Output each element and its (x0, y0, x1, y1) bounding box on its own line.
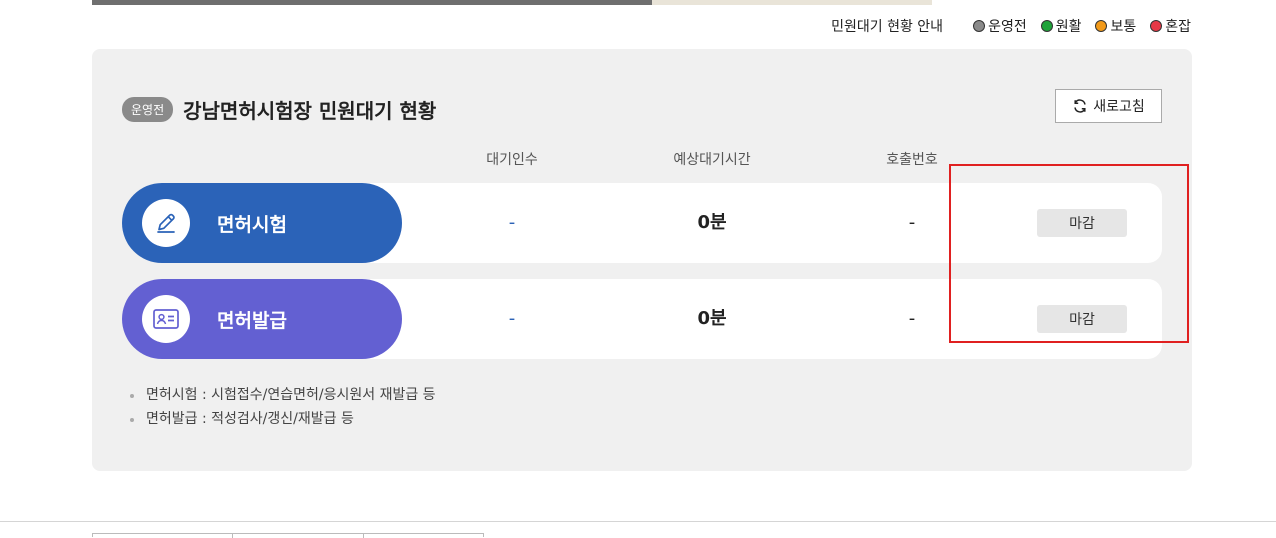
waiting-count: - (508, 308, 516, 329)
legend-item-normal: 보통 (1095, 16, 1136, 36)
status-dot-icon (973, 20, 986, 32)
note-item: 면허발급 : 적성검사/갱신/재발급 등 (128, 407, 436, 431)
service-row-issue: 면허발급 - 0분 - 마감 (122, 279, 1162, 359)
legend-item-smooth: 원활 (1040, 16, 1082, 36)
service-badge-exam: 면허시험 (122, 183, 402, 263)
status-legend: 민원대기 현황 안내 운영전 원활 보통 혼잡 (831, 16, 1191, 36)
service-label: 면허발급 (217, 309, 287, 332)
call-number: - (908, 308, 916, 329)
status-closed-badge: 마감 (1037, 305, 1127, 333)
status-badge: 운영전 (122, 97, 174, 122)
column-header-waiting: 대기인수 (486, 152, 538, 168)
footer-tab-separator (232, 534, 233, 538)
legend-item-busy: 혼잡 (1150, 16, 1191, 36)
refresh-button[interactable]: 새로고침 (1055, 89, 1162, 123)
service-row-exam: 면허시험 - 0분 - 마감 (122, 183, 1162, 263)
column-header-expected-time: 예상대기시간 (673, 152, 751, 168)
footer-tab-bar[interactable] (92, 533, 484, 538)
legend-label: 혼잡 (1165, 19, 1191, 35)
legend-title: 민원대기 현황 안내 (831, 19, 944, 35)
expected-wait-time: 0분 (697, 308, 727, 329)
legend-item-before-open: 운영전 (973, 16, 1027, 36)
legend-label: 원활 (1055, 19, 1082, 35)
top-strip (92, 0, 652, 5)
footer-tab-separator (363, 534, 364, 538)
call-number: - (908, 212, 916, 233)
id-card-icon (142, 295, 190, 343)
map-edge (652, 0, 932, 5)
status-closed-badge: 마감 (1037, 209, 1127, 237)
refresh-icon (1074, 99, 1086, 113)
legend-label: 보통 (1110, 19, 1137, 35)
refresh-label: 새로고침 (1093, 99, 1145, 115)
pencil-icon (142, 199, 190, 247)
waiting-count: - (508, 212, 516, 233)
service-notes: 면허시험 : 시험접수/연습면허/응시원서 재발급 등 면허발급 : 적성검사/… (128, 383, 436, 431)
legend-label: 운영전 (988, 19, 1027, 35)
panel-header: 운영전 강남면허시험장 민원대기 현황 (122, 95, 436, 124)
page-title: 강남면허시험장 민원대기 현황 (183, 99, 437, 123)
service-label: 면허시험 (217, 213, 287, 236)
waiting-status-panel: 운영전 강남면허시험장 민원대기 현황 새로고침 대기인수 예상대기시간 호출번… (92, 49, 1192, 471)
status-dot-icon (1040, 20, 1053, 32)
column-header-call-number: 호출번호 (886, 152, 938, 168)
note-item: 면허시험 : 시험접수/연습면허/응시원서 재발급 등 (128, 383, 436, 407)
service-badge-issue: 면허발급 (122, 279, 402, 359)
status-dot-icon (1150, 20, 1163, 32)
expected-wait-time: 0분 (697, 212, 727, 233)
status-dot-icon (1095, 20, 1108, 32)
footer-divider (0, 521, 1276, 522)
